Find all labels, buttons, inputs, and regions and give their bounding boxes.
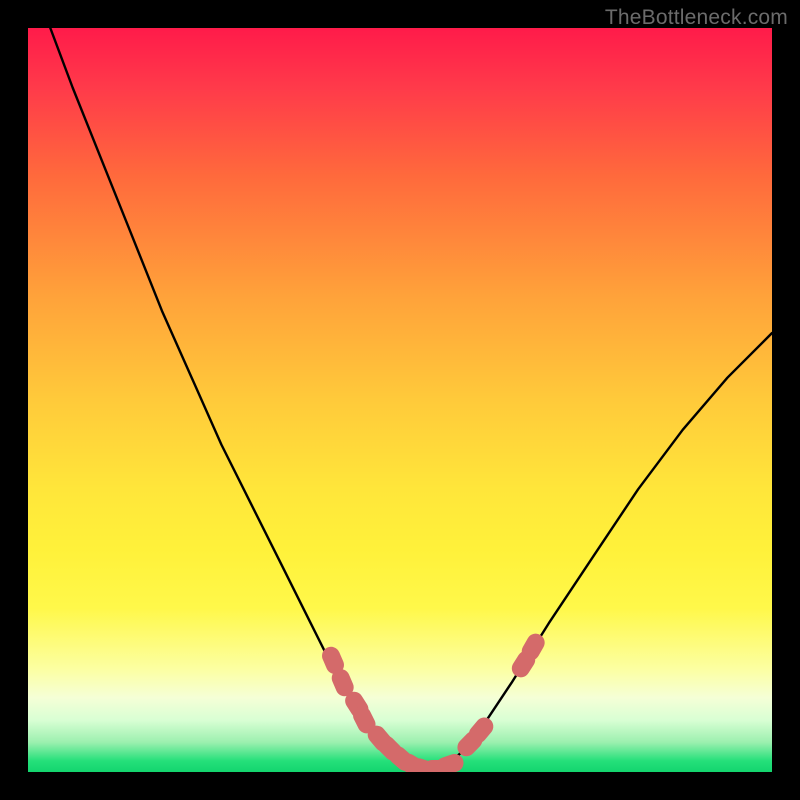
bottleneck-curve (50, 28, 772, 771)
chart-svg (28, 28, 772, 772)
marker-group (319, 630, 548, 772)
outer-frame: TheBottleneck.com (0, 0, 800, 800)
watermark: TheBottleneck.com (605, 6, 788, 30)
curve-path (50, 28, 772, 771)
plot-area (28, 28, 772, 772)
